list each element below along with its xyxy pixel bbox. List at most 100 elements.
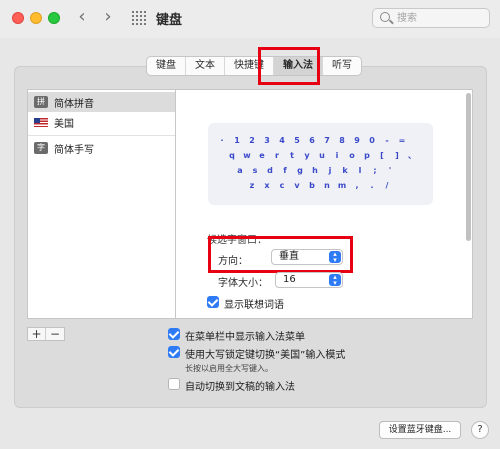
- keyboard-key: 、: [408, 151, 416, 160]
- keyboard-key: o: [349, 151, 355, 160]
- keyboard-key: ': [388, 166, 392, 175]
- keyboard-key: -: [385, 136, 389, 145]
- auto-switch-checkbox[interactable]: [168, 378, 180, 390]
- keyboard-key: 2: [249, 136, 255, 145]
- keyboard-key: ·: [220, 136, 224, 145]
- keyboard-key: w: [243, 151, 251, 160]
- search-input[interactable]: [397, 11, 485, 25]
- keyboard-key: 6: [309, 136, 315, 145]
- keyboard-key: 5: [294, 136, 300, 145]
- keyboard-key: n: [324, 181, 330, 190]
- zoom-window-button[interactable]: [48, 12, 60, 24]
- keyboard-row-2: q w e r t y u i o p [] 、: [208, 150, 433, 162]
- capslock-switch-label: 使用大写锁定键切换“美国”输入模式: [185, 350, 346, 361]
- window-title: 键盘: [156, 13, 183, 28]
- keyboard-preview: · 1 2 3 4 5 6 7 8 9 0- = q w e r t y u i o p[]、 a s d f g h j k l; ' …: [208, 123, 433, 205]
- list-item-pinyin[interactable]: 拼 简体拼音: [28, 92, 175, 112]
- show-all-grid-icon[interactable]: [132, 11, 146, 25]
- keyboard-key: l: [358, 166, 362, 175]
- annotation-highlight-tab: [258, 47, 320, 85]
- show-predictions-label: 显示联想词语: [224, 300, 284, 311]
- keyboard-key: e: [259, 151, 265, 160]
- keyboard-key: 3: [264, 136, 270, 145]
- annotation-highlight-direction: [208, 236, 353, 273]
- keyboard-key: t: [290, 151, 294, 160]
- list-item-label: 简体拼音: [54, 98, 94, 110]
- keyboard-key: a: [237, 166, 243, 175]
- keyboard-key: r: [275, 151, 279, 160]
- tab-keyboard[interactable]: 键盘: [147, 57, 186, 75]
- keyboard-key: k: [342, 166, 348, 175]
- keyboard-key: ;: [373, 166, 377, 175]
- handwriting-icon: 字: [34, 142, 48, 154]
- auto-switch-label: 自动切换到文稿的输入法: [185, 382, 295, 393]
- capslock-switch-checkbox[interactable]: [168, 346, 180, 358]
- keyboard-key: 8: [339, 136, 345, 145]
- keyboard-key: d: [267, 166, 273, 175]
- keyboard-key: [: [380, 151, 384, 160]
- list-item-us[interactable]: 美国: [28, 112, 175, 132]
- show-in-menubar-checkbox[interactable]: [168, 328, 180, 340]
- keyboard-key: i: [335, 151, 339, 160]
- search-icon: [380, 12, 390, 22]
- pinyin-icon: 拼: [34, 96, 48, 108]
- keyboard-key: u: [319, 151, 325, 160]
- keyboard-key: .: [370, 181, 374, 190]
- font-size-label: 字体大小：: [218, 278, 268, 289]
- list-item-label: 美国: [54, 118, 74, 130]
- add-source-button[interactable]: +: [28, 328, 46, 340]
- keyboard-key: ,: [355, 181, 359, 190]
- capslock-switch-sublabel: 长按以启用全大写键入。: [185, 364, 273, 373]
- input-source-list: 拼 简体拼音 美国 字 简体手写: [27, 89, 176, 319]
- keyboard-row-1: · 1 2 3 4 5 6 7 8 9 0 - =: [208, 135, 433, 147]
- keyboard-key: 1: [234, 136, 240, 145]
- tab-bar: 键盘 文本 快捷键 输入法 听写: [146, 56, 362, 76]
- back-button[interactable]: ‹: [72, 8, 92, 28]
- list-divider: [28, 135, 175, 136]
- keyboard-row-4: z x c v b n m,. /: [208, 180, 433, 192]
- keyboard-key: b: [309, 181, 315, 190]
- keyboard-key: s: [252, 166, 258, 175]
- chevron-updown-icon: ▴ ▾: [329, 274, 341, 287]
- list-item-label: 简体手写: [54, 144, 94, 156]
- keyboard-key: c: [279, 181, 285, 190]
- keyboard-key: 7: [324, 136, 330, 145]
- close-window-button[interactable]: [12, 12, 24, 24]
- keyboard-key: /: [385, 181, 389, 190]
- forward-button[interactable]: ›: [98, 8, 118, 28]
- font-size-value: 16: [283, 274, 296, 285]
- keyboard-key: 4: [279, 136, 285, 145]
- tab-dictation[interactable]: 听写: [323, 57, 361, 75]
- minimize-window-button[interactable]: [30, 12, 42, 24]
- setup-bluetooth-keyboard-button[interactable]: 设置蓝牙键盘...: [379, 421, 461, 439]
- show-in-menubar-label: 在菜单栏中显示输入法菜单: [185, 332, 305, 343]
- tab-text[interactable]: 文本: [186, 57, 225, 75]
- detail-scrollbar[interactable]: [466, 93, 471, 241]
- keyboard-key: m: [337, 181, 347, 190]
- list-item-handwriting[interactable]: 字 简体手写: [28, 138, 175, 158]
- help-button[interactable]: ?: [471, 421, 489, 439]
- search-field[interactable]: [372, 8, 490, 28]
- title-bar: ‹ › 键盘: [0, 0, 500, 38]
- keyboard-key: 9: [354, 136, 360, 145]
- keyboard-key: f: [283, 166, 287, 175]
- keyboard-key: v: [294, 181, 300, 190]
- keyboard-key: x: [264, 181, 270, 190]
- list-add-remove-control: + −: [27, 327, 65, 341]
- keyboard-key: y: [304, 151, 310, 160]
- remove-source-button[interactable]: −: [46, 328, 64, 340]
- font-size-select[interactable]: 16 ▴ ▾: [275, 272, 343, 288]
- chevron-left-icon: ‹: [78, 6, 86, 27]
- keyboard-key: j: [328, 166, 332, 175]
- keyboard-key: q: [229, 151, 235, 160]
- keyboard-key: ]: [395, 151, 399, 160]
- show-predictions-checkbox[interactable]: [207, 296, 219, 308]
- us-flag-icon: [34, 117, 48, 127]
- keyboard-key: =: [398, 136, 406, 145]
- keyboard-key: z: [249, 181, 255, 190]
- chevron-right-icon: ›: [104, 6, 112, 27]
- keyboard-key: g: [297, 166, 303, 175]
- keyboard-key: p: [364, 151, 370, 160]
- keyboard-key: h: [312, 166, 318, 175]
- keyboard-row-3: a s d f g h j k l; ': [208, 165, 433, 177]
